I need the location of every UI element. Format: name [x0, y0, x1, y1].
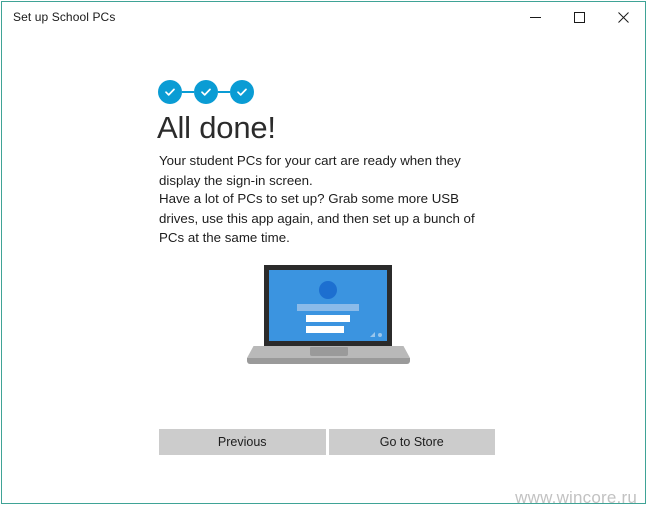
- signin-field-bar-1: [306, 315, 350, 322]
- check-icon: [163, 85, 177, 99]
- progress-indicator: [158, 80, 254, 104]
- power-icon: [378, 333, 382, 337]
- window-title: Set up School PCs: [13, 10, 116, 24]
- minimize-icon: [529, 12, 541, 23]
- laptop-lid: [264, 265, 392, 346]
- footer-actions: Previous Go to Store: [159, 429, 495, 455]
- laptop-screen: [269, 270, 387, 341]
- system-tray: [370, 332, 382, 337]
- laptop-base-lip: [247, 358, 410, 364]
- content-area: All done! Your student PCs for your cart…: [2, 33, 645, 503]
- previous-button[interactable]: Previous: [159, 429, 326, 455]
- progress-step-1: [158, 80, 182, 104]
- progress-connector-2: [218, 91, 230, 93]
- title-bar[interactable]: Set up School PCs: [2, 2, 645, 33]
- laptop-sign-in-illustration: [247, 265, 410, 391]
- app-window: Set up School PCs All done! Your student…: [1, 1, 646, 504]
- wifi-icon: [370, 332, 375, 337]
- maximize-button[interactable]: [557, 2, 601, 33]
- go-to-store-button[interactable]: Go to Store: [328, 429, 495, 455]
- laptop-trackpad: [309, 347, 348, 356]
- avatar: [319, 281, 337, 299]
- page-title: All done!: [157, 110, 276, 145]
- close-icon: [617, 12, 629, 23]
- maximize-icon: [573, 12, 585, 23]
- progress-connector-1: [182, 91, 194, 93]
- progress-step-3: [230, 80, 254, 104]
- window-controls: [513, 2, 645, 33]
- check-icon: [235, 85, 249, 99]
- signin-field-bar-2: [306, 326, 344, 333]
- site-watermark: www.wincore.ru: [515, 488, 637, 507]
- check-icon: [199, 85, 213, 99]
- description-paragraph-1: Your student PCs for your cart are ready…: [159, 153, 461, 188]
- progress-step-2: [194, 80, 218, 104]
- close-button[interactable]: [601, 2, 645, 33]
- description-paragraph-2: Have a lot of PCs to set up? Grab some m…: [159, 191, 475, 245]
- username-placeholder-bar: [297, 304, 359, 311]
- minimize-button[interactable]: [513, 2, 557, 33]
